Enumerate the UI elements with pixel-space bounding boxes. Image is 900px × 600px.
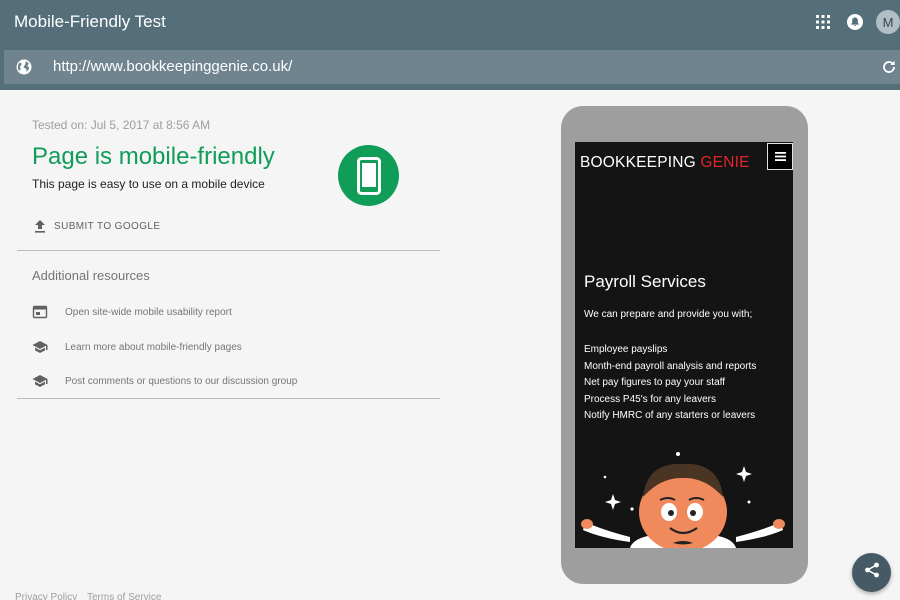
resource-link-usability-report[interactable]: Open site-wide mobile usability report	[32, 303, 232, 321]
result-title: Page is mobile-friendly	[32, 143, 275, 170]
site-logo-main: BOOKKEEPING	[580, 154, 701, 171]
notifications-icon[interactable]	[843, 10, 867, 34]
section-divider	[17, 398, 440, 399]
result-description: This page is easy to use on a mobile dev…	[32, 177, 265, 191]
reload-icon[interactable]	[881, 59, 897, 75]
apps-grid-icon[interactable]	[811, 10, 835, 34]
genie-illustration	[581, 452, 785, 548]
school-icon	[32, 373, 48, 389]
tested-on-timestamp: Tested on: Jul 5, 2017 at 8:56 AM	[32, 118, 211, 132]
list-item: Notify HMRC of any starters or leavers	[584, 410, 756, 422]
preview-heading: Payroll Services	[584, 272, 706, 291]
web-icon	[32, 304, 48, 320]
submit-to-google-button[interactable]: SUBMIT TO GOOGLE	[32, 216, 160, 236]
app-title: Mobile-Friendly Test	[14, 12, 166, 31]
avatar[interactable]: M	[876, 10, 900, 34]
upload-icon	[32, 218, 48, 234]
resource-link-discussion-group[interactable]: Post comments or questions to our discus…	[32, 372, 297, 390]
preview-intro: We can prepare and provide you with;	[584, 309, 753, 320]
additional-resources-heading: Additional resources	[32, 268, 150, 283]
resource-link-label: Learn more about mobile-friendly pages	[65, 341, 242, 353]
url-text[interactable]: http://www.bookkeepinggenie.co.uk/	[53, 58, 292, 75]
school-icon	[32, 339, 48, 355]
phone-icon	[338, 145, 399, 206]
site-logo-accent: GENIE	[700, 154, 750, 171]
share-button[interactable]	[852, 553, 891, 592]
url-bar[interactable]: http://www.bookkeepinggenie.co.uk/	[4, 50, 900, 84]
section-divider	[17, 250, 440, 251]
list-item: Process P45's for any leavers	[584, 393, 716, 405]
preview-service-list: Employee payslips Month-end payroll anal…	[584, 342, 756, 425]
mobile-preview-screen: BOOKKEEPING GENIE Payroll Services We ca…	[575, 142, 793, 548]
app-header: Mobile-Friendly Test M	[0, 0, 900, 45]
resource-link-label: Post comments or questions to our discus…	[65, 375, 298, 387]
url-bar-container: http://www.bookkeepinggenie.co.uk/	[0, 45, 900, 90]
globe-icon	[15, 58, 33, 76]
resource-link-learn-more[interactable]: Learn more about mobile-friendly pages	[32, 338, 242, 356]
list-item: Month-end payroll analysis and reports	[584, 360, 757, 372]
terms-of-service-link[interactable]: Terms of Service	[87, 592, 161, 600]
hamburger-menu-icon[interactable]	[767, 143, 793, 170]
site-logo: BOOKKEEPING GENIE	[580, 154, 750, 172]
resource-link-label: Open site-wide mobile usability report	[65, 306, 232, 318]
submit-to-google-label: SUBMIT TO GOOGLE	[54, 220, 161, 232]
list-item: Net pay figures to pay your staff	[584, 377, 726, 389]
list-item: Employee payslips	[584, 344, 668, 355]
share-icon	[863, 561, 881, 584]
privacy-policy-link[interactable]: Privacy Policy	[15, 592, 77, 600]
